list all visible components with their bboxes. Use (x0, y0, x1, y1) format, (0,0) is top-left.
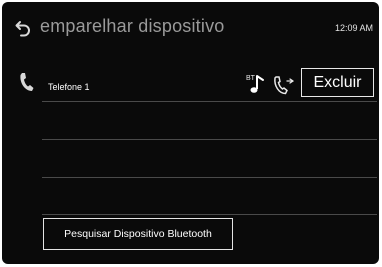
device-slot-empty[interactable] (42, 140, 377, 176)
page-title: emparelhar dispositivo (40, 16, 225, 36)
device-slot-empty[interactable] (42, 178, 377, 214)
divider (42, 214, 377, 215)
clock: 12:09 AM (334, 23, 373, 33)
bluetooth-phone-icon (274, 76, 295, 95)
delete-button[interactable]: Excluir (301, 68, 374, 97)
search-bluetooth-button[interactable]: Pesquisar Dispositivo Bluetooth (43, 218, 233, 250)
back-button[interactable] (14, 18, 34, 38)
bt-badge: BT (246, 75, 256, 82)
bluetooth-audio-icon: BT (246, 75, 264, 93)
pairing-screen: emparelhar dispositivo 12:09 AM Telefone… (2, 2, 379, 264)
device-slot-empty[interactable] (42, 102, 377, 138)
phone-icon (20, 73, 34, 91)
back-arrow-icon (15, 21, 30, 37)
device-label: Telefone 1 (48, 82, 90, 92)
